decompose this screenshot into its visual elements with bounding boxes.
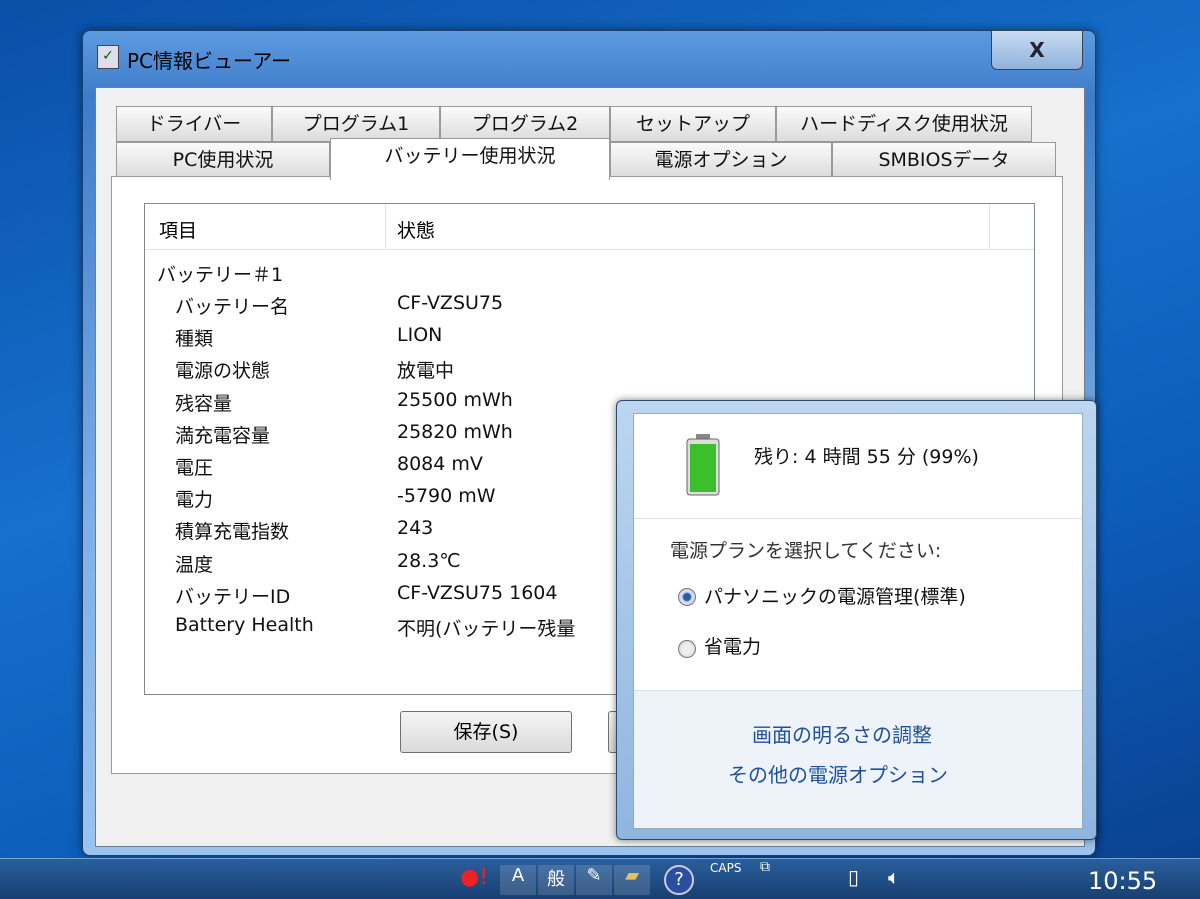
close-button[interactable]: X <box>991 30 1083 70</box>
flyout-footer: 画面の明るさの調整 その他の電源オプション <box>634 690 1082 828</box>
list-item-label[interactable]: バッテリー名 <box>175 292 289 319</box>
ime-dictionary-icon[interactable]: ▰ <box>614 865 650 895</box>
list-item-label[interactable]: 積算充電指数 <box>175 517 289 544</box>
ime-mode-icon[interactable]: A <box>500 865 536 895</box>
list-item-label[interactable]: 温度 <box>175 550 213 577</box>
window-title: PC情報ビューアー <box>127 49 292 73</box>
alert-icon[interactable]: ●! <box>460 865 488 895</box>
list-item-value: 25500 mWh <box>397 388 513 411</box>
list-item-label[interactable]: 残容量 <box>175 389 232 416</box>
column-item[interactable]: 項目 <box>159 216 197 243</box>
group-label: バッテリー＃1 <box>157 264 284 286</box>
title-bar[interactable]: ✓ PC情報ビューアー X <box>83 30 1095 87</box>
app-icon: ✓ <box>97 45 119 69</box>
plan-prompt: 電源プランを選択してください: <box>670 540 942 562</box>
clock[interactable]: 10:55 <box>1088 867 1157 897</box>
brightness-link[interactable]: 画面の明るさの調整 <box>752 719 932 748</box>
tab-program2[interactable]: プログラム2 <box>440 106 610 142</box>
ime-tools-icon[interactable]: ✎ <box>576 865 612 895</box>
list-item-value: CF-VZSU75 1604 <box>397 581 558 604</box>
column-status[interactable]: 状態 <box>397 216 435 243</box>
divider <box>634 518 1082 519</box>
more-power-options-link[interactable]: その他の電源オプション <box>728 759 948 788</box>
volume-icon[interactable]: 🔈︎ <box>888 865 900 895</box>
column-divider[interactable] <box>989 204 990 250</box>
tab-drivers[interactable]: ドライバー <box>116 106 272 142</box>
restore-icon[interactable]: ⧉ <box>760 859 770 889</box>
plan-label-power-saver[interactable]: 省電力 <box>704 632 761 659</box>
list-item-value: 25820 mWh <box>397 420 513 443</box>
tab-pc-usage[interactable]: PC使用状況 <box>116 142 330 178</box>
tab-battery-usage[interactable]: バッテリー使用状況 <box>330 138 610 180</box>
battery-icon <box>686 434 720 496</box>
remaining-time: 残り: 4 時間 55 分 (99%) <box>754 446 979 468</box>
tab-smbios[interactable]: SMBIOSデータ <box>832 142 1056 178</box>
list-item-label[interactable]: 種類 <box>175 324 213 351</box>
tab-setup[interactable]: セットアップ <box>610 106 776 142</box>
battery-tray-icon[interactable]: ▯ <box>848 865 859 895</box>
caps-indicator: CAPS <box>710 861 742 875</box>
plan-label-standard[interactable]: パナソニックの電源管理(標準) <box>704 582 966 609</box>
list-item-label[interactable]: Battery Health <box>175 614 314 636</box>
tab-hdd-usage[interactable]: ハードディスク使用状況 <box>776 106 1032 142</box>
battery-flyout: 残り: 4 時間 55 分 (99%) 電源プランを選択してください: パナソニ… <box>616 400 1097 840</box>
plan-radio-power-saver[interactable] <box>678 640 696 658</box>
list-item-label[interactable]: 電圧 <box>175 453 213 480</box>
plan-radio-standard[interactable] <box>678 588 696 606</box>
help-icon[interactable]: ? <box>664 865 694 895</box>
tab-program1[interactable]: プログラム1 <box>272 106 440 142</box>
list-item-value: CF-VZSU75 <box>397 292 504 314</box>
list-header: 項目 状態 <box>145 204 1034 250</box>
list-item-value: 28.3℃ <box>397 549 461 572</box>
list-item-value: 放電中 <box>397 360 455 383</box>
list-item-value: -5790 mW <box>397 485 496 508</box>
list-item-label[interactable]: 満充電容量 <box>175 421 270 448</box>
column-divider[interactable] <box>385 204 386 250</box>
list-item-value: 不明(バッテリー残量 <box>397 618 576 640</box>
taskbar: ●! A 般 ✎ ▰ ? CAPS ⧉ ▯ 🔈︎ 10:55 <box>0 858 1200 899</box>
tab-power-options[interactable]: 電源オプション <box>610 142 832 178</box>
save-button[interactable]: 保存(S) <box>400 711 572 753</box>
list-item-label[interactable]: バッテリーID <box>175 582 290 609</box>
list-item-value: LION <box>397 324 443 347</box>
ime-kana-icon[interactable]: 般 <box>538 865 574 895</box>
list-item-label[interactable]: 電源の状態 <box>175 356 270 383</box>
list-item-label[interactable]: 電力 <box>175 485 213 512</box>
list-item-value: 8084 mV <box>397 453 483 475</box>
list-item-value: 243 <box>397 517 434 540</box>
